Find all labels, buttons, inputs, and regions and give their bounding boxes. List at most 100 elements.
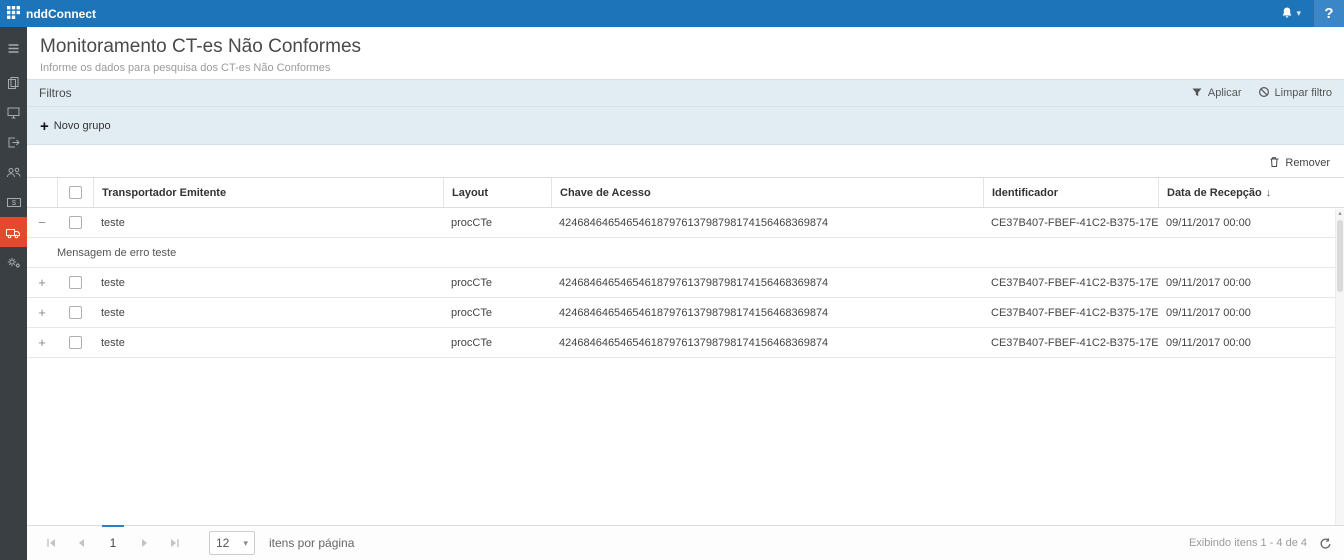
- trash-icon: [1269, 156, 1280, 171]
- select-all-checkbox[interactable]: [69, 186, 82, 199]
- cell-layout: procCTe: [443, 307, 551, 319]
- cell-transportador: teste: [93, 277, 443, 289]
- column-header-data-recepcao[interactable]: Data de Recepção ↓: [1158, 178, 1344, 207]
- expander-cell: −: [27, 216, 57, 229]
- new-group-button[interactable]: + Novo grupo: [40, 119, 111, 134]
- refresh-button[interactable]: [1319, 537, 1332, 550]
- filters-header: Filtros Aplicar Limpar filtro: [27, 80, 1344, 107]
- table-row: + teste procCTe 424684646546546187976137…: [27, 298, 1344, 328]
- notifications-button[interactable]: ▾: [1269, 6, 1313, 22]
- row-checkbox[interactable]: [69, 276, 82, 289]
- expander-cell: +: [27, 276, 57, 289]
- chevron-down-icon: ▾: [243, 538, 248, 549]
- topbar-actions: ▾ ?: [1269, 0, 1344, 27]
- column-header-chave[interactable]: Chave de Acesso: [551, 178, 983, 207]
- sidebar-item-documents[interactable]: [0, 67, 27, 97]
- row-expander-button[interactable]: −: [35, 216, 49, 229]
- truck-icon: [5, 225, 22, 240]
- header-checkbox-cell: [57, 178, 93, 207]
- column-label: Layout: [452, 187, 488, 199]
- cell-data-recepcao: 09/11/2017 00:00: [1158, 217, 1344, 229]
- column-header-transportador[interactable]: Transportador Emitente: [93, 178, 443, 207]
- expander-cell: +: [27, 336, 57, 349]
- data-grid: Transportador Emitente Layout Chave de A…: [27, 177, 1344, 525]
- page-size-dropdown[interactable]: 12 ▾: [209, 531, 255, 555]
- filters-actions: Aplicar Limpar filtro: [1191, 86, 1332, 101]
- billing-icon: $: [6, 195, 22, 210]
- row-expander-button[interactable]: +: [35, 276, 49, 289]
- column-label: Data de Recepção: [1167, 187, 1262, 199]
- page-number-button[interactable]: 1: [99, 526, 127, 560]
- row-checkbox[interactable]: [69, 336, 82, 349]
- scrollbar-thumb[interactable]: [1337, 220, 1343, 292]
- cell-chave-de-acesso: 4246846465465461879761379879817415646836…: [551, 307, 983, 319]
- sidebar-item-users[interactable]: [0, 157, 27, 187]
- cell-data-recepcao: 09/11/2017 00:00: [1158, 337, 1344, 349]
- documents-icon: [6, 75, 21, 90]
- cell-identificador: CE37B407-FBEF-41C2-B375-17E71DFDC92F: [983, 337, 1158, 349]
- checkbox-cell: [57, 336, 93, 349]
- previous-page-button[interactable]: [69, 531, 93, 555]
- column-header-identificador[interactable]: Identificador: [983, 178, 1158, 207]
- cell-layout: procCTe: [443, 337, 551, 349]
- apply-filter-button[interactable]: Aplicar: [1191, 86, 1242, 101]
- grid-toolbar: Remover: [27, 145, 1344, 177]
- row-detail: Mensagem de erro teste: [27, 238, 1344, 268]
- sidebar-item-settings[interactable]: [0, 247, 27, 277]
- last-page-button[interactable]: [163, 531, 187, 555]
- clear-filter-button[interactable]: Limpar filtro: [1258, 86, 1332, 101]
- remove-button[interactable]: Remover: [1269, 157, 1330, 169]
- filters-title: Filtros: [39, 86, 72, 100]
- cell-chave-de-acesso: 4246846465465461879761379879817415646836…: [551, 217, 983, 229]
- cell-layout: procCTe: [443, 217, 551, 229]
- checkbox-cell: [57, 306, 93, 319]
- pagination-bar: 1 12 ▾ itens por página Exibindo itens 1…: [27, 525, 1344, 560]
- cell-identificador: CE37B407-FBEF-41C2-B375-17E71DFDC92F: [983, 217, 1158, 229]
- scroll-up-icon[interactable]: ▲: [1336, 209, 1344, 219]
- column-header-layout[interactable]: Layout: [443, 178, 551, 207]
- cell-data-recepcao: 09/11/2017 00:00: [1158, 307, 1344, 319]
- vertical-scrollbar[interactable]: ▲: [1335, 209, 1344, 525]
- row-expander-button[interactable]: +: [35, 336, 49, 349]
- table-row: + teste procCTe 424684646546546187976137…: [27, 328, 1344, 358]
- column-label: Chave de Acesso: [560, 187, 651, 199]
- clear-filter-label: Limpar filtro: [1275, 87, 1332, 99]
- ndd-logo-icon: [7, 6, 20, 22]
- cell-identificador: CE37B407-FBEF-41C2-B375-17E71DFDC92F: [983, 307, 1158, 319]
- row-checkbox[interactable]: [69, 306, 82, 319]
- menu-icon: [6, 41, 21, 56]
- app-window: nddConnect ▾ ?: [0, 0, 1344, 560]
- help-button[interactable]: ?: [1313, 0, 1344, 27]
- svg-text:$: $: [11, 198, 16, 207]
- monitor-icon: [6, 105, 21, 120]
- column-label: Identificador: [992, 187, 1058, 199]
- row-checkbox[interactable]: [69, 216, 82, 229]
- page-subtitle: Informe os dados para pesquisa dos CT-es…: [40, 62, 1344, 74]
- header-expander-cell: [27, 178, 57, 207]
- sidebar-item-menu[interactable]: [0, 33, 27, 63]
- detail-text: Mensagem de erro teste: [57, 247, 176, 259]
- pager-right: Exibindo itens 1 - 4 de 4: [1189, 537, 1332, 550]
- brand: nddConnect: [0, 6, 96, 22]
- bell-icon: [1281, 6, 1293, 22]
- cell-chave-de-acesso: 4246846465465461879761379879817415646836…: [551, 277, 983, 289]
- row-expander-button[interactable]: +: [35, 306, 49, 319]
- sidebar-item-monitor[interactable]: [0, 97, 27, 127]
- cell-data-recepcao: 09/11/2017 00:00: [1158, 277, 1344, 289]
- apply-filter-label: Aplicar: [1208, 87, 1242, 99]
- checkbox-cell: [57, 276, 93, 289]
- filters-body: + Novo grupo: [27, 107, 1344, 145]
- sidebar-item-transport[interactable]: [0, 217, 27, 247]
- cell-identificador: CE37B407-FBEF-41C2-B375-17E71DFDC92F: [983, 277, 1158, 289]
- remove-label: Remover: [1285, 157, 1330, 169]
- grid-header-row: Transportador Emitente Layout Chave de A…: [27, 177, 1344, 208]
- new-group-label: Novo grupo: [54, 120, 111, 132]
- help-icon: ?: [1324, 5, 1333, 22]
- next-page-button[interactable]: [133, 531, 157, 555]
- gears-icon: [6, 255, 22, 270]
- first-page-button[interactable]: [39, 531, 63, 555]
- brand-name: nddConnect: [26, 7, 96, 21]
- sidebar-item-billing[interactable]: $: [0, 187, 27, 217]
- cell-transportador: teste: [93, 217, 443, 229]
- sidebar-item-export[interactable]: [0, 127, 27, 157]
